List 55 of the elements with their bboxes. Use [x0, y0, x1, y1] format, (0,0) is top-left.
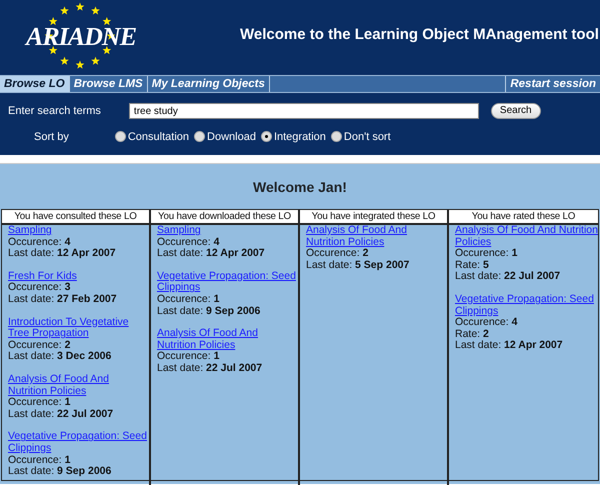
logo: ARIADNE	[26, 24, 136, 50]
welcome-heading: Welcome Jan!	[252, 178, 348, 197]
detail-line: Last date: 22 Jul 2007	[454, 271, 562, 283]
detail-line: Last date: 12 Apr 2007	[454, 340, 564, 352]
column-header: You have rated these LO	[449, 210, 598, 225]
detail-line: Occurence: 4	[454, 317, 518, 329]
radio-label: Don't sort	[344, 130, 391, 144]
detail-line: Occurence: 2	[305, 248, 370, 260]
radio-label: Consultation	[128, 130, 190, 144]
radio-label: Integration	[274, 130, 326, 144]
detail-line: Occurence: 1	[7, 397, 72, 409]
detail-line: Last date: 9 Sep 2006	[156, 306, 262, 318]
detail-line: Occurence: 4	[156, 236, 220, 248]
detail-line: Occurence: 3	[7, 282, 72, 294]
radio-label: Download	[207, 130, 256, 144]
detail-line: Rate: 5	[454, 260, 490, 271]
detail-line: Last date: 12 Apr 2007	[156, 248, 266, 260]
object-link[interactable]: Vegetative Propagation: Seed Clippings	[151, 270, 298, 294]
detail-line: Last date: 22 Jul 2007	[7, 408, 114, 420]
detail-line: Occurence: 1	[156, 294, 220, 306]
nav-tab[interactable]: Browse LO	[0, 76, 70, 92]
detail-line: Last date: 5 Sep 2007	[305, 260, 410, 272]
object-link[interactable]: Vegetative Propagation: Seed Clippings	[2, 431, 149, 454]
object-link[interactable]: Analysis Of Food And Nutrition Policies	[300, 225, 447, 248]
search-button[interactable]: Search	[490, 103, 541, 120]
column-header: You have downloaded these LO	[151, 210, 298, 225]
sort-label: Sort by	[34, 130, 69, 144]
object-link[interactable]: Analysis Of Food And Nutrition Policies	[2, 374, 149, 398]
object-link[interactable]: Introduction To Vegetative Tree Propagation	[2, 316, 149, 340]
radio-button[interactable]	[330, 131, 342, 142]
object-link[interactable]: Fresh For Kids	[2, 270, 149, 282]
object-link[interactable]: Sampling	[151, 225, 298, 237]
object-link[interactable]: Vegetative Propagation: Seed Clippings	[449, 294, 598, 318]
object-link[interactable]: Analysis Of Food And Nutrition Policies	[151, 328, 298, 352]
object-link[interactable]: Analysis Of Food And Nutrition Policies	[449, 225, 598, 248]
detail-line: Occurence: 1	[7, 454, 72, 466]
radio-button[interactable]	[194, 131, 206, 142]
detail-line: Rate: 2	[454, 328, 490, 340]
detail-line: Occurence: 2	[7, 340, 72, 351]
radio-button[interactable]	[260, 131, 272, 142]
search-field[interactable]: tree study	[128, 103, 479, 120]
column-header: You have integrated these LO	[300, 210, 447, 225]
detail-line: Last date: 3 Dec 2006	[7, 351, 112, 363]
detail-line: Last date: 27 Feb 2007	[7, 294, 118, 306]
column-header: You have consulted these LO	[2, 210, 149, 225]
detail-line: Occurence: 1	[454, 248, 518, 260]
detail-line: Last date: 9 Sep 2006	[7, 466, 112, 478]
detail-line: Last date: 12 Apr 2007	[7, 248, 117, 260]
detail-line: Occurence: 1	[156, 351, 220, 363]
search-label: Enter search terms	[8, 104, 101, 119]
page-title: Welcome to the Learning Object MAnagement tool	[240, 25, 599, 46]
object-link[interactable]: Sampling	[2, 225, 149, 237]
radio-button[interactable]	[114, 131, 126, 142]
detail-line: Occurence: 4	[7, 236, 72, 248]
detail-line: Last date: 22 Jul 2007	[156, 362, 264, 375]
